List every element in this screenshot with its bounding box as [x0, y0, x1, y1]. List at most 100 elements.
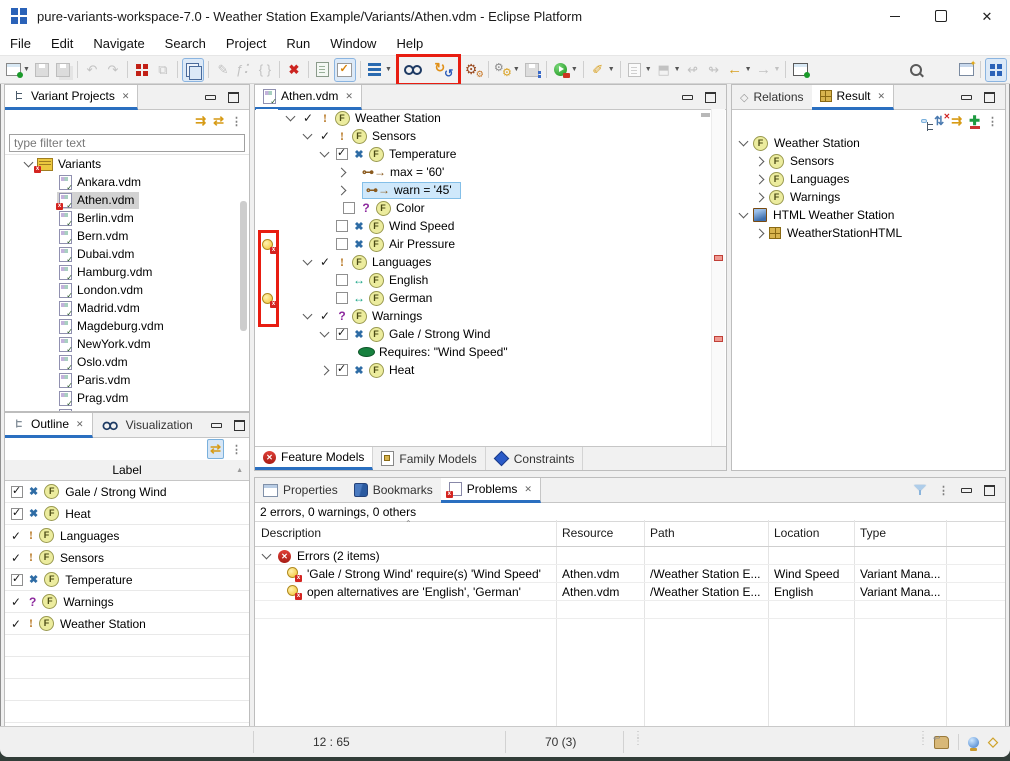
- menu-help[interactable]: Help: [386, 34, 433, 53]
- checkbox[interactable]: [336, 220, 348, 232]
- tree-row[interactable]: ✖FWind Speed: [333, 217, 712, 235]
- tab-relations[interactable]: ◇ Relations: [732, 85, 812, 109]
- chevron-right-icon[interactable]: [319, 365, 329, 375]
- tree-row[interactable]: ✖FHeat: [315, 361, 712, 379]
- menu-project[interactable]: Project: [216, 34, 276, 53]
- open-type-dropdown[interactable]: ▼: [674, 66, 681, 73]
- forward-button[interactable]: ↬: [704, 59, 724, 81]
- close-icon[interactable]: ✕: [122, 91, 130, 102]
- checkbox-checked[interactable]: [11, 486, 23, 498]
- tree-row[interactable]: ✖FGale / Strong Wind: [315, 325, 712, 343]
- panel-maximize-icon[interactable]: [984, 485, 995, 496]
- file-oslo[interactable]: Oslo.vdm: [5, 353, 249, 371]
- note-button[interactable]: [313, 59, 333, 81]
- chevron-down-icon[interactable]: [302, 310, 312, 320]
- menu-bars-button[interactable]: [365, 59, 385, 81]
- file-bern[interactable]: Bern.vdm: [5, 227, 249, 245]
- chevron-right-icon[interactable]: [755, 192, 765, 202]
- perspective-button[interactable]: [985, 58, 1007, 82]
- result-row[interactable]: FLanguages: [732, 170, 1005, 188]
- file-madrid[interactable]: Madrid.vdm: [5, 299, 249, 317]
- tab-properties[interactable]: Properties: [255, 478, 346, 502]
- edit-button[interactable]: ✎: [213, 59, 233, 81]
- checkbox-checked[interactable]: [11, 574, 23, 586]
- search-button[interactable]: [906, 59, 926, 81]
- file-ankara[interactable]: Ankara.vdm: [5, 173, 249, 191]
- minimize-button[interactable]: [872, 0, 918, 32]
- column-resource[interactable]: Resource: [562, 526, 613, 540]
- outline-row[interactable]: ✖FTemperature: [5, 569, 249, 591]
- tree-row-selected[interactable]: ⊶→warn = '45': [332, 181, 712, 199]
- tree-row[interactable]: ⊶→max = '60': [332, 163, 712, 181]
- open-type-button[interactable]: ⬒: [654, 59, 674, 81]
- column-description[interactable]: Description: [261, 526, 321, 540]
- copy-view-toggle[interactable]: [182, 58, 204, 82]
- tree-row[interactable]: ✖FAir Pressure: [333, 235, 712, 253]
- file-athen[interactable]: xAthen.vdm: [5, 191, 249, 209]
- run-button[interactable]: [551, 59, 571, 81]
- quickfix-error-icon[interactable]: [262, 293, 277, 308]
- checkbox-checked[interactable]: [11, 508, 23, 520]
- menu-file[interactable]: File: [0, 34, 41, 53]
- panel-minimize-icon[interactable]: [682, 95, 693, 100]
- tree-row[interactable]: ?FColor: [340, 199, 712, 217]
- panel-maximize-icon[interactable]: [234, 420, 245, 431]
- checkbox-checked[interactable]: [336, 148, 348, 160]
- tab-problems[interactable]: xProblems✕: [441, 478, 541, 503]
- close-icon[interactable]: ✕: [524, 484, 532, 495]
- close-icon[interactable]: ✕: [76, 419, 84, 430]
- outline-row[interactable]: ✓?FWarnings: [5, 591, 249, 613]
- delete-button[interactable]: ✖: [284, 59, 304, 81]
- highlighter-button[interactable]: ✐: [588, 59, 608, 81]
- problem-row[interactable]: open alternatives are 'English', 'German…: [255, 583, 1005, 601]
- outline-row[interactable]: ✓!FLanguages: [5, 525, 249, 547]
- save-button[interactable]: [32, 59, 52, 81]
- checkbox[interactable]: [336, 238, 348, 250]
- panel-minimize-icon[interactable]: [961, 95, 972, 100]
- collapse-all-icon[interactable]: ⇉: [195, 113, 206, 129]
- save-model-button[interactable]: [522, 59, 542, 81]
- refresh-transformation-button[interactable]: [433, 59, 453, 81]
- filter-input[interactable]: [9, 134, 245, 152]
- back-history-button[interactable]: ←: [725, 59, 745, 81]
- file-paris[interactable]: Paris.vdm: [5, 371, 249, 389]
- sort-disabled-icon[interactable]: ⇅: [934, 114, 944, 128]
- checkbox-checked[interactable]: [336, 364, 348, 376]
- file-magdeburg[interactable]: Magdeburg.vdm: [5, 317, 249, 335]
- outline-row[interactable]: ✖FGale / Strong Wind: [5, 481, 249, 503]
- scrollbar[interactable]: [240, 201, 247, 331]
- file-prag[interactable]: Prag.vdm: [5, 389, 249, 407]
- view-menu-icon[interactable]: ⋮: [231, 443, 242, 456]
- column-location[interactable]: Location: [774, 526, 819, 540]
- task-list-button[interactable]: [625, 59, 645, 81]
- open-new-window-button[interactable]: [790, 59, 810, 81]
- new-dropdown[interactable]: ▼: [23, 66, 30, 73]
- chevron-right-icon[interactable]: [755, 156, 765, 166]
- error-marker[interactable]: [714, 255, 723, 261]
- tab-constraints[interactable]: Constraints: [486, 447, 584, 470]
- checkbox[interactable]: [336, 292, 348, 304]
- chevron-down-icon[interactable]: [739, 209, 749, 219]
- tab-outline[interactable]: Outline ✕: [5, 413, 93, 438]
- new-table-button[interactable]: [956, 59, 976, 81]
- show-glasses-button[interactable]: [404, 59, 424, 81]
- chevron-down-icon[interactable]: [319, 148, 329, 158]
- tree-item-variants[interactable]: x Variants: [5, 155, 249, 173]
- panel-maximize-icon[interactable]: [984, 92, 995, 103]
- add-icon[interactable]: ✚: [969, 113, 980, 129]
- tree-row[interactable]: ✓?FWarnings: [298, 307, 712, 325]
- problem-row[interactable]: 'Gale / Strong Wind' require(s) 'Wind Sp…: [255, 565, 1005, 583]
- back-history-dropdown[interactable]: ▼: [745, 66, 752, 73]
- checkbox[interactable]: [343, 202, 355, 214]
- chevron-right-icon[interactable]: [336, 167, 346, 177]
- result-row[interactable]: FWeather Station: [732, 134, 1005, 152]
- compare-models-button[interactable]: ⧉: [153, 59, 173, 81]
- link-with-editor-icon[interactable]: ⇄: [213, 113, 224, 129]
- tab-visualization[interactable]: Visualization: [93, 413, 201, 437]
- outline-row[interactable]: ✖FHeat: [5, 503, 249, 525]
- chevron-down-icon[interactable]: [302, 130, 312, 140]
- menu-navigate[interactable]: Navigate: [83, 34, 154, 53]
- new-wizard-button[interactable]: [3, 59, 23, 81]
- checkbox[interactable]: [336, 274, 348, 286]
- result-row[interactable]: FWarnings: [732, 188, 1005, 206]
